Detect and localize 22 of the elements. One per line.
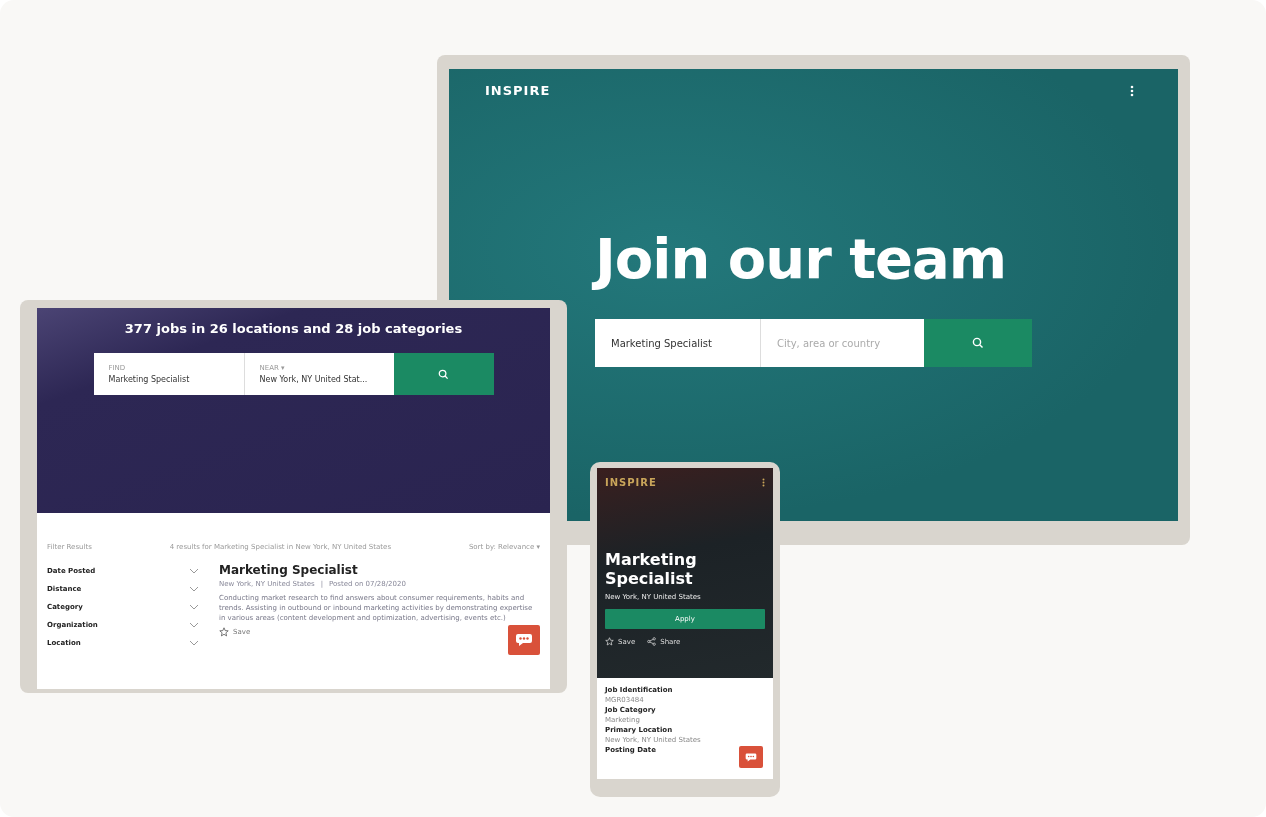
chevron-down-icon: [189, 640, 199, 646]
job-title[interactable]: Marketing Specialist: [219, 563, 540, 577]
menu-icon[interactable]: [762, 478, 765, 487]
job-search-field[interactable]: Marketing Specialist: [595, 319, 760, 367]
chat-icon: [515, 633, 533, 648]
chat-button[interactable]: [739, 746, 763, 768]
logo: INSPIRE: [605, 477, 657, 488]
chevron-down-icon: [189, 586, 199, 592]
share-icon: [647, 637, 657, 647]
chat-icon: [745, 751, 757, 763]
jobs-count-heading: 377 jobs in 26 locations and 28 job categories: [124, 321, 463, 336]
star-icon: [605, 637, 614, 647]
chevron-down-icon: [189, 604, 199, 610]
star-icon: [219, 627, 229, 638]
chat-button[interactable]: [508, 625, 540, 656]
menu-icon[interactable]: [1130, 84, 1134, 97]
search-icon: [972, 337, 984, 349]
job-title: Marketing Specialist: [605, 550, 698, 589]
chevron-down-icon: [189, 568, 199, 574]
chevron-down-icon: [189, 622, 199, 628]
logo: INSPIRE: [485, 83, 551, 98]
search-icon: [438, 368, 449, 380]
